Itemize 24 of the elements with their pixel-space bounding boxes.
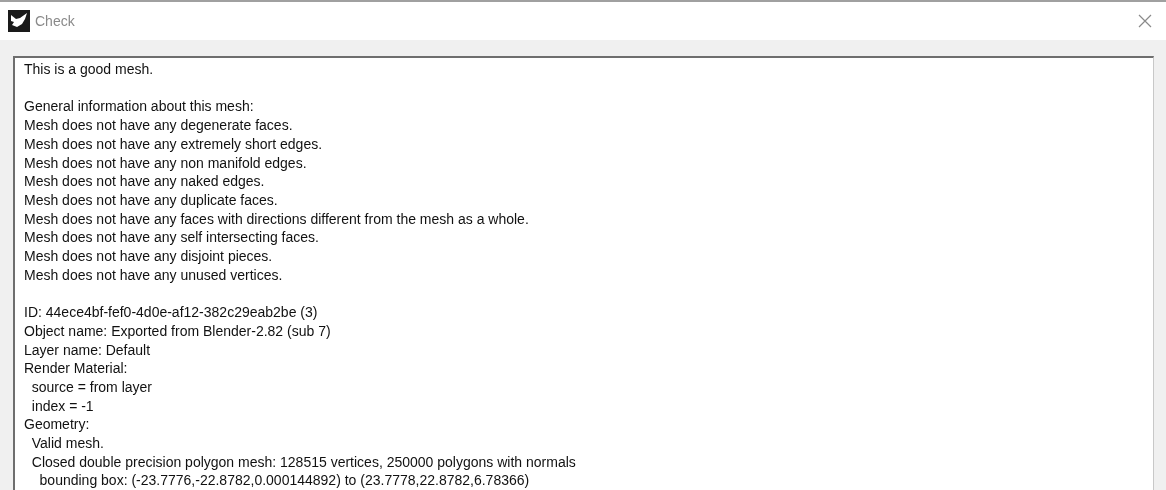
- report-line: Object name: Exported from Blender-2.82 (sub 7): [24, 321, 331, 341]
- report-line: General information about this mesh:: [24, 97, 254, 117]
- report-line: source = from layer: [30, 377, 152, 397]
- report-line: Closed double precision polygon mesh: 128515 vertices, 250000 polygons with normals: [30, 452, 576, 472]
- report-line: ID: 44ece4bf-fef0-4d0e-af12-382c29eab2be (3): [24, 303, 318, 322]
- report-line: Render Material:: [24, 359, 128, 378]
- close-icon: [1138, 14, 1152, 28]
- report-line: Mesh does not have any faces with directions different from the mesh as a whole.: [24, 209, 529, 229]
- report-line: index = -1: [30, 396, 94, 416]
- report-line: Mesh does not have any disjoint pieces.: [24, 247, 273, 266]
- report-line: Geometry:: [24, 415, 90, 435]
- report-line: Mesh does not have any naked edges.: [24, 172, 265, 191]
- window-title: Check: [35, 11, 75, 31]
- report-line: Mesh does not have any duplicate faces.: [24, 190, 278, 210]
- report-line: Mesh does not have any extremely short edges.: [24, 134, 323, 154]
- report-line: bounding box: (-23.7776,-22.8782,0.000144892) to (23.7778,22.8782,6.78366): [38, 471, 530, 490]
- report-line: Layer name: Default: [24, 340, 151, 360]
- report-line: Mesh does not have any unused vertices.: [24, 265, 283, 285]
- report-line: Mesh does not have any degenerate faces.: [24, 116, 293, 135]
- report-line: Valid mesh.: [30, 434, 104, 453]
- report-line: This is a good mesh.: [24, 60, 154, 79]
- report-line: Mesh does not have any self intersecting faces.: [24, 228, 319, 247]
- report-line: Mesh does not have any non manifold edges.: [24, 153, 307, 173]
- report-text-area[interactable]: [13, 56, 1154, 490]
